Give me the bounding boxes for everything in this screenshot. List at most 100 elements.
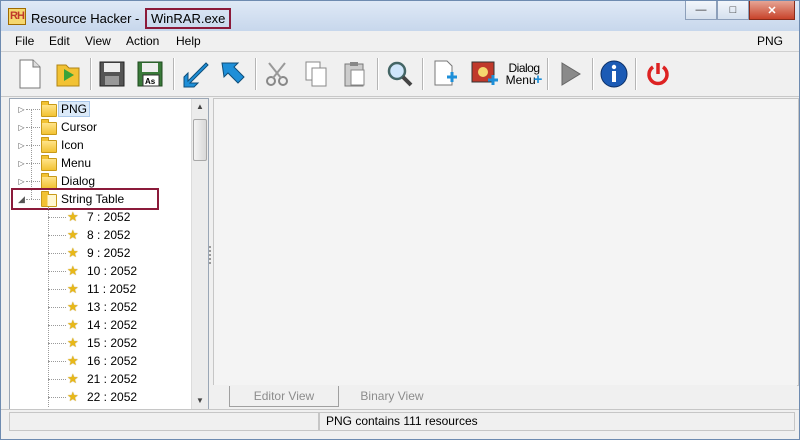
window-title: Resource Hacker - WinRAR.exe bbox=[31, 8, 232, 29]
title-separator: - bbox=[131, 11, 143, 26]
open-folder-arrow-icon bbox=[56, 64, 80, 87]
tree-scrollbar[interactable]: ▲ ▼ bbox=[191, 99, 208, 409]
paste-button[interactable] bbox=[337, 57, 371, 91]
tree-child-11[interactable]: 11 : 2052 bbox=[87, 282, 136, 296]
star-icon: ★ bbox=[67, 227, 79, 242]
compile-button[interactable] bbox=[178, 57, 212, 91]
tree-node-dialog[interactable]: Dialog bbox=[61, 174, 95, 188]
expand-arrow-icon[interactable]: ▷ bbox=[17, 105, 26, 114]
tree-node-menu[interactable]: Menu bbox=[61, 156, 91, 170]
tree-child-7[interactable]: 7 : 2052 bbox=[87, 210, 130, 224]
tree-child-21[interactable]: 21 : 2052 bbox=[87, 372, 137, 386]
find-button[interactable] bbox=[383, 57, 417, 91]
resource-hacker-logo-icon: RH bbox=[8, 8, 26, 25]
folder-icon bbox=[41, 137, 57, 153]
star-icon: ★ bbox=[67, 389, 79, 404]
copy-button[interactable] bbox=[299, 57, 333, 91]
add-image-resource-icon bbox=[471, 61, 498, 85]
scroll-up-arrow-icon[interactable]: ▲ bbox=[192, 99, 208, 115]
run-script-button[interactable] bbox=[553, 57, 587, 91]
tree-child-10[interactable]: 10 : 2052 bbox=[87, 264, 137, 278]
exit-button[interactable] bbox=[641, 57, 675, 91]
close-button[interactable]: ✕ bbox=[749, 1, 795, 20]
cut-button[interactable] bbox=[261, 57, 295, 91]
scissors-icon bbox=[266, 62, 288, 86]
tree-child-15[interactable]: 15 : 2052 bbox=[87, 336, 137, 350]
blue-arrow-right-icon bbox=[221, 62, 245, 84]
new-file-button[interactable] bbox=[13, 57, 47, 91]
tree-child-22[interactable]: 22 : 2052 bbox=[87, 390, 137, 404]
folder-icon bbox=[41, 155, 57, 171]
app-window: RH Resource Hacker - WinRAR.exe — □ ✕ Fi… bbox=[0, 0, 800, 440]
power-icon bbox=[647, 63, 669, 86]
tree-child-8[interactable]: 8 : 2052 bbox=[87, 228, 130, 242]
expand-arrow-icon[interactable]: ▷ bbox=[17, 177, 26, 186]
svg-text:As: As bbox=[145, 77, 156, 86]
menu-bar: File Edit View Action Help PNG bbox=[1, 31, 799, 52]
menu-label: Menu bbox=[505, 73, 536, 87]
folder-icon bbox=[41, 119, 57, 135]
star-icon: ★ bbox=[67, 209, 79, 224]
star-icon: ★ bbox=[67, 353, 79, 368]
highlight-box bbox=[11, 188, 159, 210]
clipboard-icon bbox=[344, 62, 365, 87]
current-resource-type: PNG bbox=[756, 34, 783, 48]
about-button[interactable] bbox=[597, 57, 631, 91]
go-button[interactable] bbox=[216, 57, 250, 91]
editor-pane[interactable] bbox=[213, 98, 799, 386]
info-icon bbox=[600, 60, 628, 88]
star-icon: ★ bbox=[67, 299, 79, 314]
menu-help[interactable]: Help bbox=[176, 34, 201, 48]
minimize-button[interactable]: — bbox=[685, 1, 717, 20]
save-as-disk-icon: As bbox=[137, 61, 163, 87]
star-icon: ★ bbox=[67, 371, 79, 386]
menu-edit[interactable]: Edit bbox=[49, 34, 70, 48]
expand-arrow-icon[interactable]: ▷ bbox=[17, 141, 26, 150]
add-blank-resource-button[interactable] bbox=[428, 57, 462, 91]
new-file-icon bbox=[19, 59, 41, 89]
play-icon bbox=[561, 62, 581, 86]
tree-child-16[interactable]: 16 : 2052 bbox=[87, 354, 137, 368]
tree-child-9[interactable]: 9 : 2052 bbox=[87, 246, 130, 260]
dialog-menu-button[interactable]: Dialog Menu + bbox=[505, 57, 543, 91]
menu-file[interactable]: File bbox=[15, 34, 34, 48]
add-blank-resource-icon bbox=[434, 60, 457, 86]
app-name: Resource Hacker bbox=[31, 11, 132, 26]
magnifier-icon bbox=[387, 61, 413, 87]
expand-arrow-icon[interactable]: ▷ bbox=[17, 123, 26, 132]
star-icon: ★ bbox=[67, 281, 79, 296]
scroll-down-arrow-icon[interactable]: ▼ bbox=[192, 393, 208, 409]
add-image-resource-button[interactable] bbox=[468, 57, 502, 91]
menu-action[interactable]: Action bbox=[126, 34, 159, 48]
plus-icon: + bbox=[533, 71, 543, 88]
blue-arrow-left-icon bbox=[183, 62, 209, 88]
open-file-button[interactable] bbox=[51, 57, 85, 91]
status-text: PNG contains 111 resources bbox=[326, 414, 478, 428]
save-as-button[interactable]: As bbox=[133, 57, 167, 91]
menu-view[interactable]: View bbox=[85, 34, 111, 48]
tree-node-icon[interactable]: Icon bbox=[61, 138, 84, 152]
resource-tree[interactable]: ▷ PNG ▷ Cursor ▷ Icon ▷ Menu ▷ Dialog ◢ … bbox=[9, 98, 209, 410]
title-bar: RH Resource Hacker - WinRAR.exe — □ ✕ bbox=[1, 1, 799, 31]
view-tabs: Editor View Binary View bbox=[213, 385, 797, 408]
title-file-name: WinRAR.exe bbox=[145, 8, 232, 29]
tree-node-cursor[interactable]: Cursor bbox=[61, 120, 97, 134]
scroll-thumb[interactable] bbox=[193, 119, 207, 161]
tab-binary-view[interactable]: Binary View bbox=[339, 386, 445, 406]
tab-editor-view[interactable]: Editor View bbox=[229, 386, 339, 407]
tree-node-png[interactable]: PNG bbox=[58, 101, 91, 117]
star-icon: ★ bbox=[67, 245, 79, 260]
panel-splitter[interactable] bbox=[208, 98, 212, 408]
tree-child-13[interactable]: 13 : 2052 bbox=[87, 300, 137, 314]
maximize-button[interactable]: □ bbox=[717, 1, 749, 20]
status-bar: PNG contains 111 resources bbox=[1, 409, 799, 432]
save-disk-icon bbox=[99, 61, 125, 87]
toolbar: As Dialog Menu + bbox=[1, 52, 799, 97]
star-icon: ★ bbox=[67, 335, 79, 350]
expand-arrow-icon[interactable]: ▷ bbox=[17, 159, 26, 168]
folder-icon bbox=[41, 101, 57, 117]
save-button[interactable] bbox=[95, 57, 129, 91]
tree-child-14[interactable]: 14 : 2052 bbox=[87, 318, 137, 332]
star-icon: ★ bbox=[67, 263, 79, 278]
copy-icon bbox=[305, 61, 327, 87]
